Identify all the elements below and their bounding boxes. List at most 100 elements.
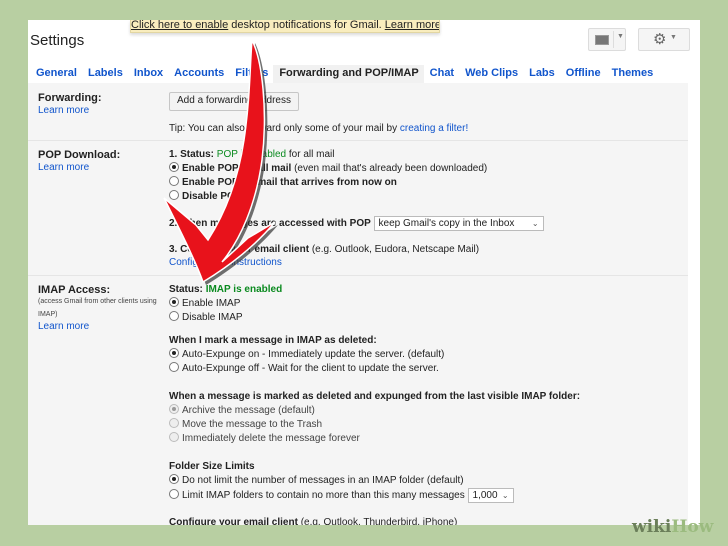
tab-inbox[interactable]: Inbox — [128, 65, 168, 83]
tab-themes[interactable]: Themes — [606, 65, 659, 83]
settings-content: Forwarding: Learn more Add a forwarding … — [28, 83, 688, 525]
imap-status-label: Status: — [169, 284, 203, 295]
display-density-icon — [595, 35, 609, 45]
settings-gear-button[interactable]: ⚙ ▼ — [638, 28, 690, 51]
radio-selected-icon[interactable] — [169, 297, 179, 307]
page-title: Settings — [30, 32, 85, 49]
tab-labs[interactable]: Labs — [523, 65, 560, 83]
pop-status: 1. Status: POP is enabled for all mail — [169, 149, 334, 160]
radio-disabled-icon[interactable] — [169, 418, 179, 428]
chevron-down-icon: ▼ — [670, 34, 677, 41]
forwarding-label: Forwarding: — [38, 92, 102, 104]
configure-detail: (e.g. Outlook, Eudora, Netscape Mail) — [311, 244, 480, 255]
pop-configure: 3. Configure your email client (e.g. Out… — [169, 244, 479, 255]
imap-expunged-heading: When a message is marked as deleted and … — [169, 391, 581, 402]
chevron-down-icon: ⌄ — [501, 491, 509, 500]
imap-configure: Configure your email client (e.g. Outloo… — [169, 517, 457, 525]
radio-disabled-selected-icon[interactable] — [169, 404, 179, 414]
option-label: Auto-Expunge on - Immediately update the… — [182, 349, 445, 360]
chevron-down-icon: ⌄ — [531, 219, 539, 228]
radio-icon[interactable] — [169, 311, 179, 321]
watermark-wiki: wiki — [632, 517, 672, 537]
gear-icon: ⚙ — [653, 31, 667, 48]
tab-accounts[interactable]: Accounts — [168, 65, 229, 83]
move-to-trash-option[interactable]: Move the message to the Trash — [169, 418, 322, 430]
pop-learn-more-link[interactable]: Learn more — [38, 162, 89, 173]
limit-folders-option[interactable]: Limit IMAP folders to contain no more th… — [169, 488, 514, 503]
tab-forwarding-pop-imap[interactable]: Forwarding and POP/IMAP — [273, 65, 424, 83]
pop-status-suffix: for all mail — [288, 149, 335, 160]
configure-label: Configure your email client — [169, 517, 298, 525]
folder-limit-select[interactable]: 1,000 ⌄ — [467, 488, 514, 503]
no-folder-limit-option[interactable]: Do not limit the number of messages in a… — [169, 474, 464, 486]
wikihow-watermark: wikiHow — [632, 517, 713, 537]
pop-action-select[interactable]: keep Gmail's copy in the Inbox ⌄ — [373, 216, 544, 231]
option-label: Disable IMAP — [182, 312, 243, 323]
pop-when-accessed: 2. When messages are accessed with POP k… — [169, 216, 544, 231]
imap-note: (access Gmail from other clients using I… — [38, 298, 157, 318]
tab-chat[interactable]: Chat — [424, 65, 459, 83]
pop-option-all-mail[interactable]: Enable POP for all mail (even mail that'… — [169, 162, 487, 174]
radio-icon[interactable] — [169, 190, 179, 200]
radio-icon[interactable] — [169, 176, 179, 186]
when-accessed-label: 2. When messages are accessed with POP — [169, 218, 371, 230]
add-forwarding-address-button[interactable]: Add a forwarding address — [169, 92, 299, 111]
delete-forever-option[interactable]: Immediately delete the message forever — [169, 432, 360, 444]
tip-text: Tip: You can also forward only some of y… — [169, 123, 398, 134]
option-label: Enable POP for mail that arrives from no… — [182, 177, 397, 188]
option-label: Disable POP — [182, 191, 242, 202]
pop-status-value: POP is enabled — [216, 149, 287, 160]
enable-notifications-link[interactable]: Click here to enable — [131, 20, 228, 31]
pop-option-disable[interactable]: Disable POP — [169, 190, 241, 202]
option-label: Archive the message (default) — [182, 405, 315, 416]
auto-expunge-on-option[interactable]: Auto-Expunge on - Immediately update the… — [169, 348, 444, 360]
watermark-how: How — [671, 517, 714, 537]
disable-imap-option[interactable]: Disable IMAP — [169, 311, 243, 323]
radio-icon[interactable] — [169, 362, 179, 372]
radio-disabled-icon[interactable] — [169, 432, 179, 442]
imap-learn-more-link[interactable]: Learn more — [38, 321, 89, 332]
notification-learn-more-link[interactable]: Learn more — [385, 20, 439, 31]
forwarding-learn-more-link[interactable]: Learn more — [38, 105, 89, 116]
pop-download-label: POP Download: — [38, 149, 121, 161]
auto-expunge-off-option[interactable]: Auto-Expunge off - Wait for the client t… — [169, 362, 439, 374]
radio-icon[interactable] — [169, 489, 179, 500]
tab-web-clips[interactable]: Web Clips — [459, 65, 523, 83]
pop-download-section: POP Download: Learn more 1. Status: POP … — [28, 140, 688, 275]
enable-imap-option[interactable]: Enable IMAP — [169, 297, 240, 309]
pop-status-label: 1. Status: — [169, 149, 215, 160]
chevron-down-icon: ▼ — [617, 33, 624, 40]
divider — [613, 31, 614, 48]
radio-selected-icon[interactable] — [169, 162, 179, 172]
option-label: Move the message to the Trash — [182, 419, 323, 430]
creating-filter-link[interactable]: creating a filter! — [400, 123, 468, 134]
option-label: Do not limit the number of messages in a… — [182, 475, 464, 486]
select-value: keep Gmail's copy in the Inbox — [378, 218, 515, 229]
pop-option-from-now-on[interactable]: Enable POP for mail that arrives from no… — [169, 176, 397, 188]
display-density-button[interactable]: ▼ — [588, 28, 626, 51]
settings-panel: Click here to enable desktop notificatio… — [28, 20, 700, 525]
option-label: Enable IMAP — [182, 298, 241, 309]
radio-selected-icon[interactable] — [169, 348, 179, 358]
settings-tabs: General Labels Inbox Accounts Filters Fo… — [30, 65, 658, 83]
imap-access-section: IMAP Access: (access Gmail from other cl… — [28, 275, 688, 525]
option-label: Limit IMAP folders to contain no more th… — [182, 490, 465, 502]
tab-offline[interactable]: Offline — [560, 65, 606, 83]
tab-filters[interactable]: Filters — [229, 65, 273, 83]
tab-labels[interactable]: Labels — [82, 65, 128, 83]
forwarding-section: Forwarding: Learn more Add a forwarding … — [28, 83, 688, 139]
imap-status-value: IMAP is enabled — [205, 284, 283, 295]
forwarding-tip: Tip: You can also forward only some of y… — [169, 123, 468, 134]
notification-bar: Click here to enable desktop notificatio… — [130, 20, 440, 33]
option-detail: (even mail that's already been downloade… — [294, 163, 488, 174]
configure-detail: (e.g. Outlook, Thunderbird, iPhone) — [300, 517, 458, 525]
archive-message-option[interactable]: Archive the message (default) — [169, 404, 315, 416]
imap-deleted-heading: When I mark a message in IMAP as deleted… — [169, 335, 377, 346]
option-label: Enable POP for all mail — [182, 163, 292, 174]
imap-status: Status: IMAP is enabled — [169, 284, 282, 295]
radio-selected-icon[interactable] — [169, 474, 179, 484]
configuration-instructions-link[interactable]: Configuration instructions — [169, 257, 282, 268]
tab-general[interactable]: General — [30, 65, 82, 83]
notification-text: desktop notifications for Gmail. — [231, 20, 382, 31]
select-value: 1,000 — [472, 490, 498, 501]
